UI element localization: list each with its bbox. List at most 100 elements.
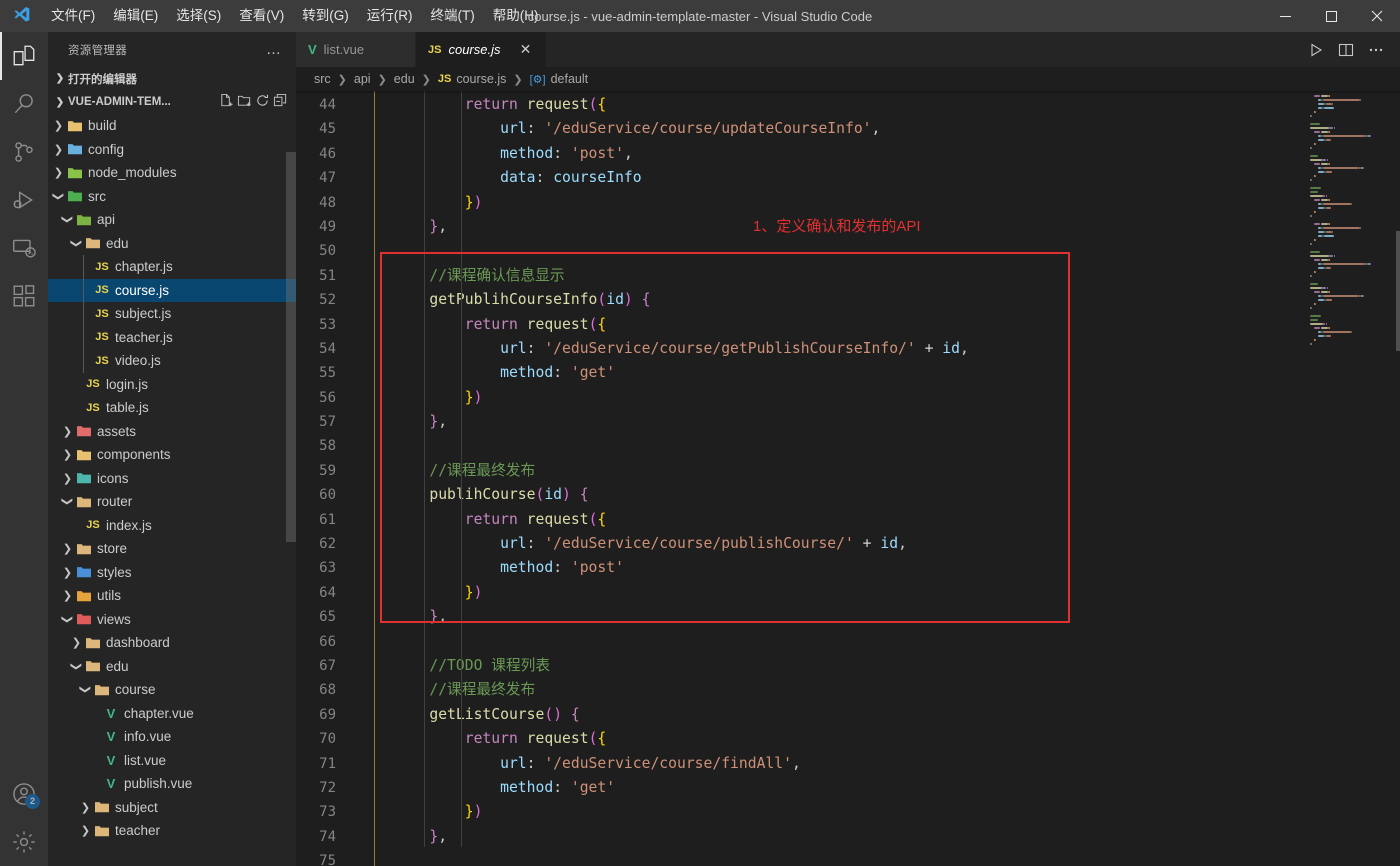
minimap[interactable] (1304, 91, 1400, 866)
code-line[interactable]: return request({ (358, 508, 1304, 532)
tree-item-router[interactable]: ❯ router (48, 490, 296, 514)
tree-item-build[interactable]: ❯ build (48, 114, 296, 138)
minimap-slider[interactable] (1396, 231, 1400, 351)
menu-view[interactable]: 查看(V) (230, 3, 293, 29)
code-line[interactable] (358, 849, 1304, 866)
file-tree[interactable]: ❯ build ❯ config ❯ node_modules ❯ src ❯ api ❯ edu JS… (48, 114, 296, 866)
window-controls[interactable] (1262, 0, 1400, 32)
tree-item-edu[interactable]: ❯ edu (48, 655, 296, 679)
code-line[interactable]: publihCourse(id) { (358, 483, 1304, 507)
breadcrumb-item-symbol[interactable]: default (551, 72, 589, 86)
code-content[interactable]: return request({ url: '/eduService/cours… (358, 91, 1304, 866)
tree-item-edu[interactable]: ❯ edu (48, 232, 296, 256)
menu-run[interactable]: 运行(R) (358, 3, 422, 29)
chevron-down-icon[interactable]: ❯ (70, 237, 83, 250)
chevron-right-icon[interactable]: ❯ (52, 119, 65, 132)
new-folder-icon[interactable] (237, 93, 252, 111)
code-editor[interactable]: 44 45 46 47 48 49 50 51 52 53 54 55 56 57 58 59 60 61 62 63… (296, 91, 1400, 866)
chevron-down-icon[interactable]: ❯ (70, 660, 83, 673)
code-line[interactable]: return request({ (358, 727, 1304, 751)
section-open-editors[interactable]: ❯ 打开的编辑器 (48, 67, 296, 90)
code-line[interactable]: //课程最终发布 (358, 459, 1304, 483)
tree-item-node-modules[interactable]: ❯ node_modules (48, 161, 296, 185)
code-line[interactable]: method: 'post' (358, 556, 1304, 580)
tree-item-subject-js[interactable]: JS subject.js (48, 302, 296, 326)
activity-remote-explorer-icon[interactable] (0, 224, 48, 272)
tree-item-list-vue[interactable]: Vlist.vue (48, 749, 296, 773)
breadcrumb-item-file[interactable]: course.js (456, 72, 506, 86)
chevron-right-icon[interactable]: ❯ (61, 472, 74, 485)
chevron-down-icon[interactable]: ❯ (52, 190, 65, 203)
code-line[interactable]: }) (358, 581, 1304, 605)
tab-close-icon[interactable]: ✕ (518, 41, 534, 58)
explorer-actions[interactable] (219, 93, 296, 111)
code-line[interactable]: url: '/eduService/course/updateCourseInf… (358, 117, 1304, 141)
code-line[interactable]: return request({ (358, 313, 1304, 337)
tree-item-course[interactable]: ❯ course (48, 678, 296, 702)
new-file-icon[interactable] (219, 93, 234, 111)
code-line[interactable]: }, (358, 605, 1304, 629)
menu-selection[interactable]: 选择(S) (167, 3, 230, 29)
tree-item-course-js[interactable]: JS course.js (48, 278, 296, 302)
chevron-right-icon[interactable]: ❯ (61, 425, 74, 438)
chevron-right-icon[interactable]: ❯ (79, 801, 92, 814)
code-line[interactable]: method: 'get' (358, 361, 1304, 385)
tree-item-chapter-js[interactable]: JS chapter.js (48, 255, 296, 279)
minimize-button[interactable] (1262, 0, 1308, 32)
code-line[interactable]: //课程确认信息显示 (358, 264, 1304, 288)
code-line[interactable]: method: 'post', (358, 142, 1304, 166)
tree-item-icons[interactable]: ❯ icons (48, 467, 296, 491)
breadcrumb[interactable]: src ❯ api ❯ edu ❯ JS course.js ❯ [⚙] def… (296, 67, 1400, 91)
code-line[interactable]: url: '/eduService/course/publishCourse/'… (358, 532, 1304, 556)
code-line[interactable]: }, (358, 825, 1304, 849)
activity-extensions-icon[interactable] (0, 272, 48, 320)
code-line[interactable]: //TODO 课程列表 (358, 654, 1304, 678)
code-line[interactable]: method: 'get' (358, 776, 1304, 800)
tree-item-teacher-js[interactable]: JS teacher.js (48, 326, 296, 350)
code-line[interactable]: }) (358, 800, 1304, 824)
tree-item-info-vue[interactable]: Vinfo.vue (48, 725, 296, 749)
code-line[interactable]: url: '/eduService/course/findAll', (358, 752, 1304, 776)
tree-item-teacher[interactable]: ❯ teacher (48, 819, 296, 843)
tree-item-dashboard[interactable]: ❯ dashboard (48, 631, 296, 655)
tree-item-index-js[interactable]: JS index.js (48, 514, 296, 538)
breadcrumb-item-api[interactable]: api (354, 72, 371, 86)
code-line[interactable]: }) (358, 386, 1304, 410)
chevron-right-icon[interactable]: ❯ (79, 824, 92, 837)
section-project-root[interactable]: ❯ VUE-ADMIN-TEM... (48, 90, 296, 114)
menu-file[interactable]: 文件(F) (42, 3, 104, 29)
chevron-right-icon[interactable]: ❯ (61, 448, 74, 461)
tree-item-api[interactable]: ❯ api (48, 208, 296, 232)
activity-search-icon[interactable] (0, 80, 48, 128)
chevron-right-icon[interactable]: ❯ (61, 589, 74, 602)
activity-run-debug-icon[interactable] (0, 176, 48, 224)
menu-bar[interactable]: 文件(F) 编辑(E) 选择(S) 查看(V) 转到(G) 运行(R) 终端(T… (42, 0, 548, 32)
editor-actions[interactable] (1302, 32, 1400, 67)
breadcrumb-item-src[interactable]: src (314, 72, 331, 86)
chevron-right-icon[interactable]: ❯ (70, 636, 83, 649)
menu-terminal[interactable]: 终端(T) (422, 3, 484, 29)
refresh-icon[interactable] (255, 93, 270, 111)
sidebar-more-actions-icon[interactable]: … (266, 41, 288, 58)
maximize-button[interactable] (1308, 0, 1354, 32)
menu-help[interactable]: 帮助(H) (484, 3, 548, 29)
tree-item-components[interactable]: ❯ components (48, 443, 296, 467)
activity-explorer-icon[interactable] (0, 32, 48, 80)
breadcrumb-item-edu[interactable]: edu (394, 72, 415, 86)
tree-item-chapter-vue[interactable]: Vchapter.vue (48, 702, 296, 726)
tree-item-subject[interactable]: ❯ subject (48, 796, 296, 820)
tree-item-video-js[interactable]: JS video.js (48, 349, 296, 373)
tree-item-utils[interactable]: ❯ utils (48, 584, 296, 608)
tree-item-config[interactable]: ❯ config (48, 138, 296, 162)
tab-course-js[interactable]: JS course.js ✕ (416, 32, 547, 67)
chevron-down-icon[interactable]: ❯ (61, 613, 74, 626)
code-line[interactable]: //课程最终发布 (358, 678, 1304, 702)
code-line[interactable] (358, 239, 1304, 263)
close-button[interactable] (1354, 0, 1400, 32)
tree-item-src[interactable]: ❯ src (48, 185, 296, 209)
code-line[interactable] (358, 434, 1304, 458)
code-line[interactable]: getPublihCourseInfo(id) { (358, 288, 1304, 312)
chevron-right-icon[interactable]: ❯ (52, 143, 65, 156)
chevron-down-icon[interactable]: ❯ (79, 683, 92, 696)
code-line[interactable]: return request({ (358, 93, 1304, 117)
